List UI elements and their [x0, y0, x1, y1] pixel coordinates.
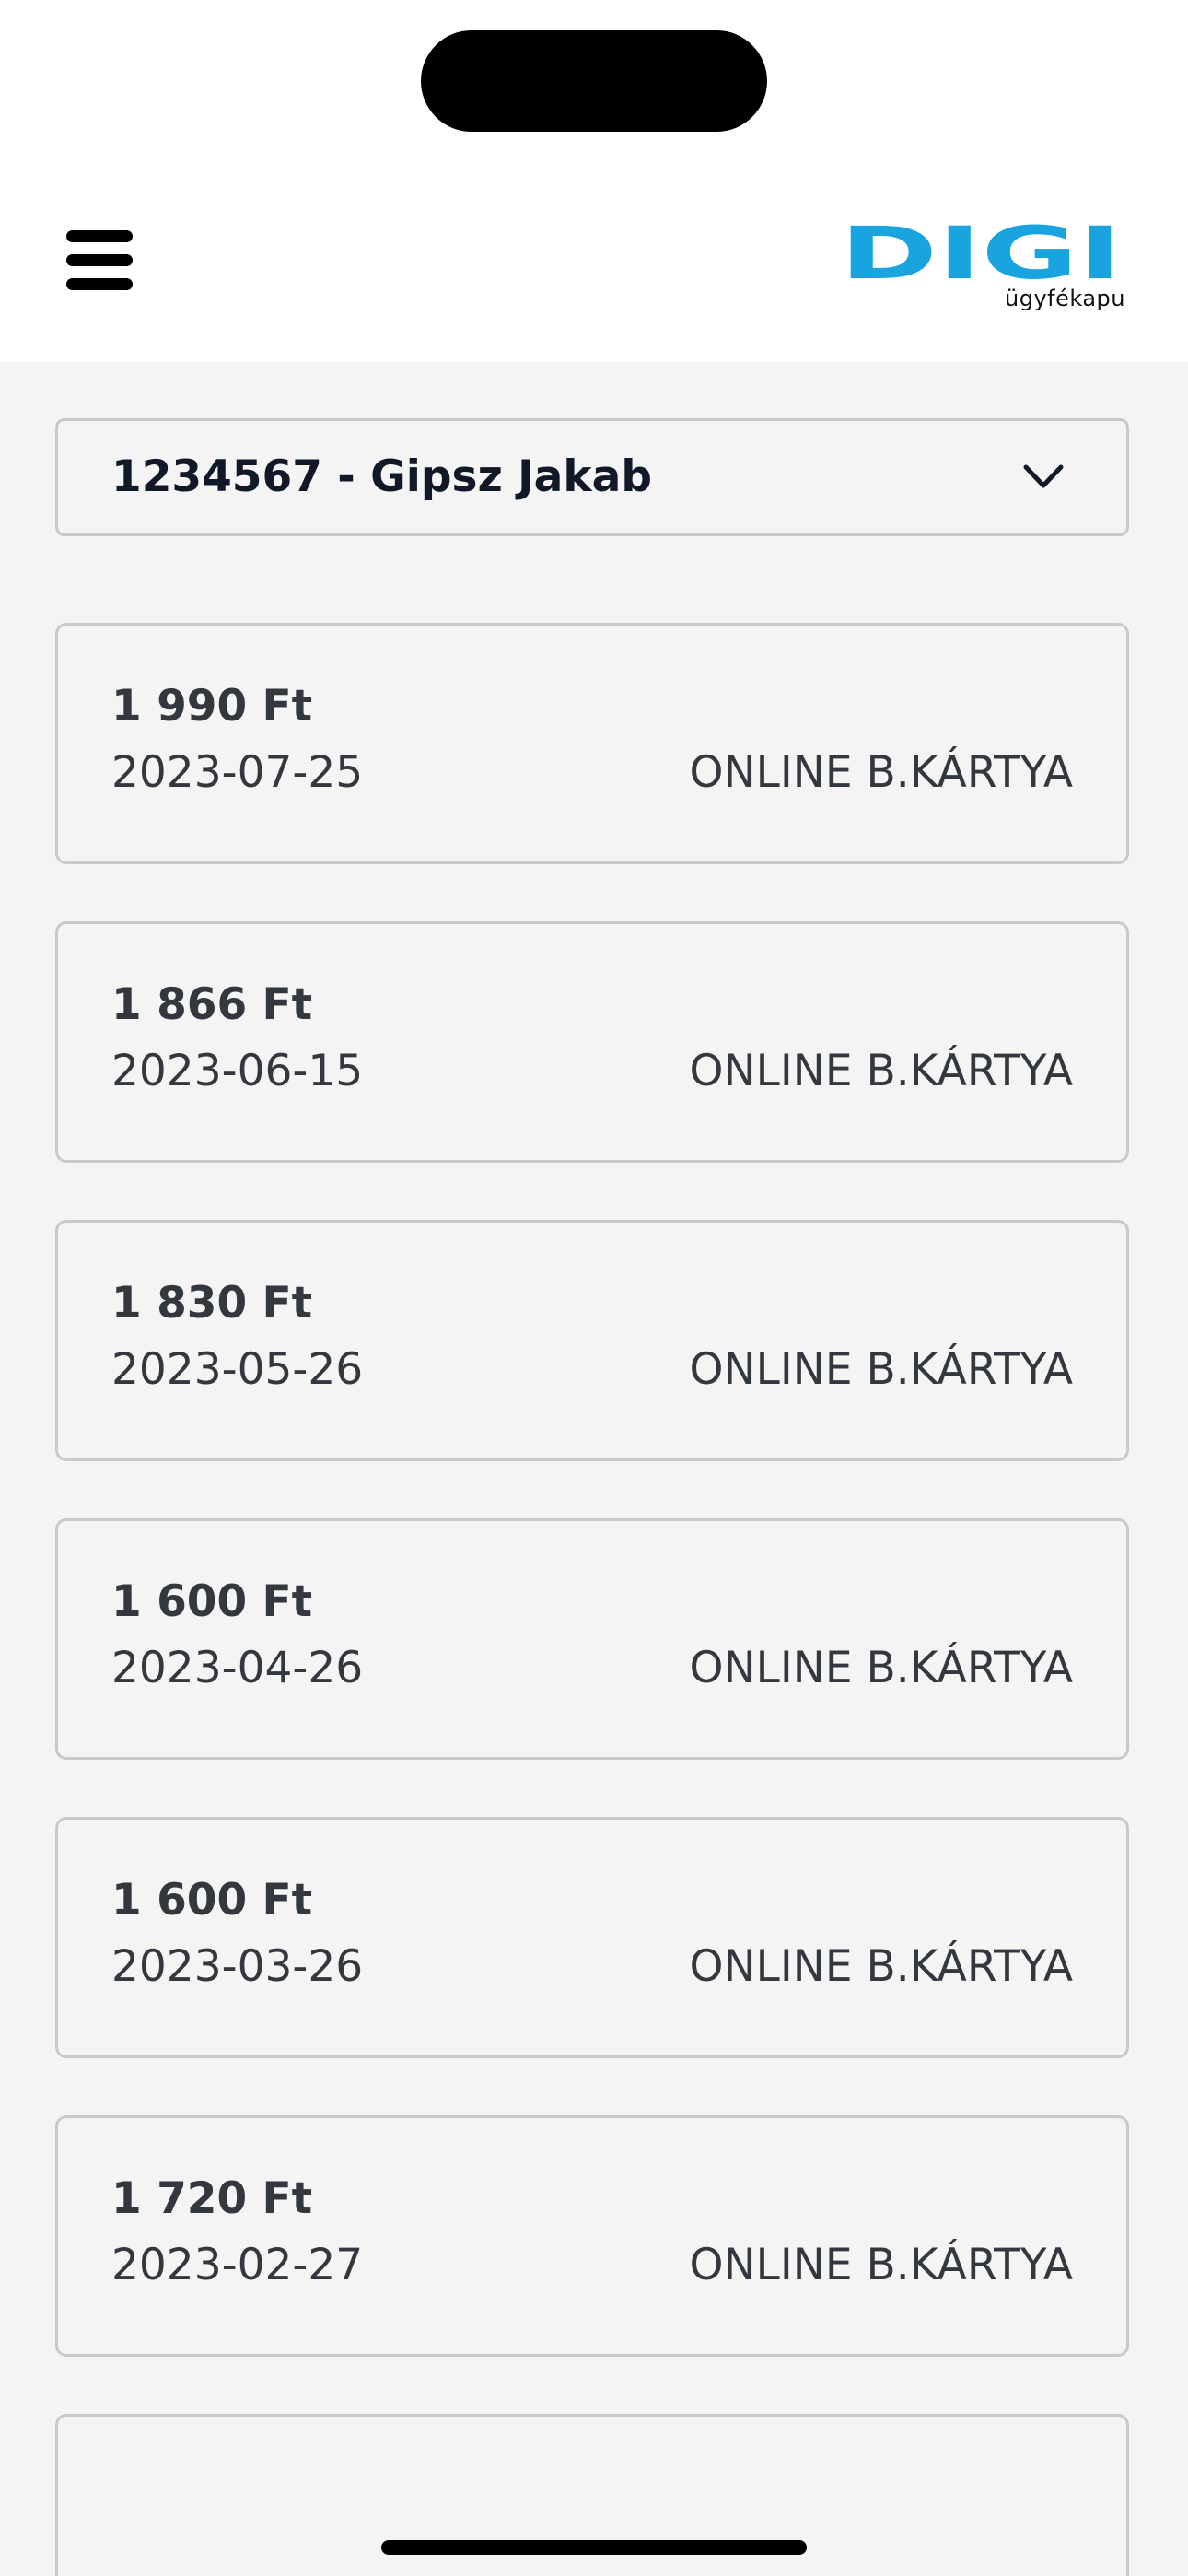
hamburger-menu-button[interactable]	[57, 219, 140, 302]
payment-date: 2023-04-26	[111, 1643, 364, 1693]
menu-bar-icon	[66, 254, 133, 266]
logo-text: DIGI	[840, 221, 1122, 286]
payment-method: ONLINE B.KÁRTYA	[689, 2240, 1073, 2290]
menu-bar-icon	[66, 230, 133, 242]
payment-card[interactable]: 1 830 Ft 2023-05-26 ONLINE B.KÁRTYA	[55, 1220, 1129, 1461]
payment-date: 2023-02-27	[111, 2240, 364, 2290]
app-header: DIGI ügyfékapu	[0, 184, 1188, 362]
payment-amount: 1 600 Ft	[111, 1576, 313, 1627]
payment-card[interactable]: 1 600 Ft 2023-03-26 ONLINE B.KÁRTYA	[55, 1817, 1129, 2058]
payment-amount: 1 830 Ft	[111, 1278, 313, 1329]
payment-card[interactable]: 1 720 Ft 2023-02-27 ONLINE B.KÁRTYA	[55, 2115, 1129, 2357]
digi-logo[interactable]: DIGI ügyfékapu	[840, 213, 1125, 313]
payment-card[interactable]: 1 990 Ft 2023-07-25 ONLINE B.KÁRTYA	[55, 623, 1129, 864]
chevron-down-icon	[1023, 464, 1064, 488]
payment-date: 2023-07-25	[111, 747, 364, 798]
payment-amount: 1 720 Ft	[111, 2173, 313, 2224]
payment-amount: 1 600 Ft	[111, 1875, 313, 1926]
status-bar	[0, 0, 1188, 184]
payment-method: ONLINE B.KÁRTYA	[689, 1643, 1073, 1693]
payment-card[interactable]: 1 866 Ft 2023-06-15 ONLINE B.KÁRTYA	[55, 921, 1129, 1163]
customer-account-select[interactable]: 1234567 - Gipsz Jakab	[55, 418, 1129, 536]
payment-method: ONLINE B.KÁRTYA	[689, 1344, 1073, 1395]
payment-amount: 1 990 Ft	[111, 681, 313, 732]
dynamic-island	[421, 30, 767, 132]
payment-date: 2023-03-26	[111, 1941, 364, 1992]
selected-account-label: 1234567 - Gipsz Jakab	[111, 451, 652, 502]
payment-amount: 1 866 Ft	[111, 979, 313, 1030]
payment-date: 2023-06-15	[111, 1046, 364, 1096]
payment-card[interactable]: 1 600 Ft 2023-04-26 ONLINE B.KÁRTYA	[55, 1518, 1129, 1760]
payment-date: 2023-05-26	[111, 1344, 364, 1395]
payment-method: ONLINE B.KÁRTYA	[689, 1941, 1073, 1992]
digi-logo-icon: DIGI	[840, 213, 1122, 296]
menu-bar-icon	[66, 278, 133, 290]
payment-method: ONLINE B.KÁRTYA	[689, 1046, 1073, 1096]
home-indicator[interactable]	[381, 2540, 807, 2555]
payment-method: ONLINE B.KÁRTYA	[689, 747, 1073, 798]
logo-subtext: ügyfékapu	[1005, 286, 1125, 311]
